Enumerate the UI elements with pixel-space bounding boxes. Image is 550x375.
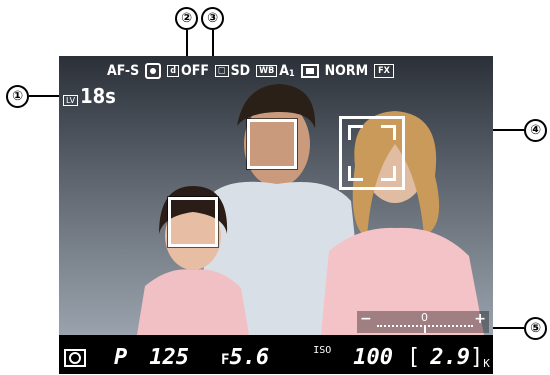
active-d-lighting-value: OFF [181,63,209,79]
remaining-bracket: ] [470,345,484,370]
wb-icon: WB [256,65,278,77]
exposure-mode: P [114,345,128,370]
aperture-prefix: F [221,352,230,368]
callout-1-leader [29,95,61,97]
focus-corner [381,125,396,140]
face-detect-frame-girl [168,197,218,247]
face-priority-af-icon [145,63,162,79]
callout-4: ④ [524,119,547,142]
active-d-lighting: d OFF [167,63,209,79]
active-d-lighting-icon: d [167,65,180,77]
picture-control-icon: ▢ [214,65,229,77]
focus-mode: AF-S [107,63,140,79]
shutter-speed: 125 [149,345,189,370]
aperture: 5.6 [229,345,270,370]
focus-corner [348,125,363,140]
matrix-metering-icon [64,348,86,367]
focus-corner [348,166,363,181]
image-size-icon [300,64,319,78]
callout-1: ① [6,85,29,108]
iso-label: ISO [313,345,332,356]
lv-time: 18s [80,84,116,108]
picture-control-value: SD [230,63,251,79]
exposure-minus: − [360,311,372,327]
exposure-center: 0 [421,311,428,324]
exposure-plus: + [474,311,486,327]
picture-control: ▢ SD [214,63,251,79]
exposure-marker [424,325,426,333]
family-photo [59,56,493,335]
callout-2-leader [186,30,188,58]
live-view-remaining-time: LV 18s [63,86,116,106]
live-view-screen: LV 18s − 0 + P 125 F 5.6 ISO 100 [ 2.9 ]… [59,56,493,374]
bracket-left: [ [407,345,421,370]
focus-point-frame [339,116,405,190]
exposure-indicator: − 0 + [357,311,489,333]
callout-2: ② [175,7,198,30]
image-quality: NORM [324,63,369,79]
white-balance: WB A 1 [256,63,295,79]
remaining-exposures: 2.9 [430,345,470,370]
face-detect-frame-father [247,119,297,169]
top-info-bar: AF-S d OFF ▢ SD WB A 1 NORM FX [107,59,394,83]
callout-3: ③ [201,7,224,30]
wb-value: A [279,63,289,79]
lv-icon: LV [63,95,79,106]
focus-corner [381,166,396,181]
live-view-image [59,56,493,335]
bottom-info-bar: P 125 F 5.6 ISO 100 [ 2.9 ] K [59,341,493,374]
image-area: FX [374,64,394,78]
wb-sub: 1 [289,69,295,79]
callout-5: ⑤ [524,317,547,340]
iso-value: 100 [353,345,393,370]
remaining-unit: K [483,357,490,370]
